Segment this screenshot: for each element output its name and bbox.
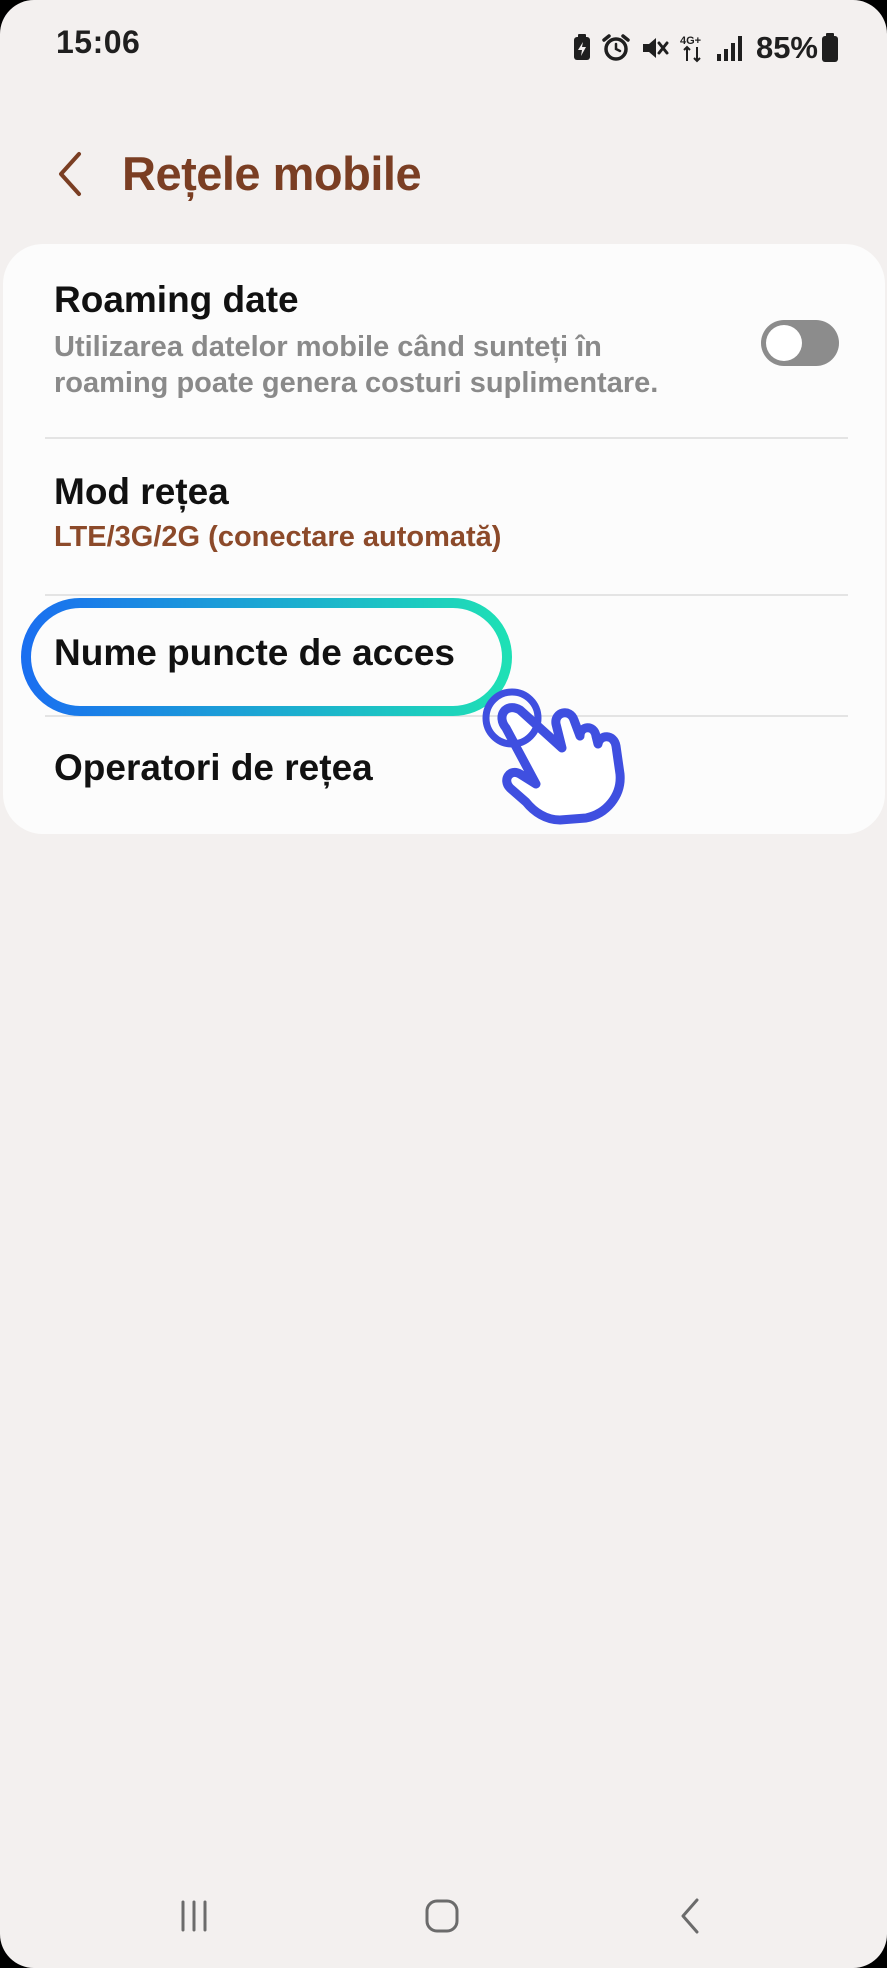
recent-apps-icon (181, 1900, 207, 1932)
back-button[interactable] (40, 144, 100, 204)
network-mode-title: Mod rețea (54, 471, 229, 512)
roaming-subtitle-line2: roaming poate genera costuri suplimentar… (54, 367, 659, 399)
access-point-names-row[interactable]: Nume puncte de acces (3, 596, 885, 716)
settings-card: Roaming date Utilizarea datelor mobile c… (3, 244, 885, 834)
home-icon (425, 1899, 459, 1933)
page-title: Rețele mobile (122, 147, 422, 200)
status-time: 15:06 (56, 24, 141, 60)
roaming-subtitle-line1: Utilizarea datelor mobile când sunteți î… (54, 331, 602, 363)
alarm-icon (601, 33, 631, 63)
status-icons: 4G+ 85% (563, 26, 839, 70)
nav-back-button[interactable] (650, 1880, 730, 1952)
battery-icon (821, 33, 839, 63)
battery-saver-icon (572, 34, 592, 62)
home-button[interactable] (402, 1880, 482, 1952)
back-icon (681, 1898, 699, 1934)
battery-percent: 85% (755, 30, 818, 65)
svg-text:4G+: 4G+ (680, 35, 701, 47)
roaming-title: Roaming date (54, 279, 299, 320)
chevron-left-icon (59, 152, 81, 196)
signal-icon (716, 34, 744, 62)
roaming-data-row[interactable]: Roaming date Utilizarea datelor mobile c… (3, 244, 885, 438)
screen: 15:06 4G+ 85% Rețele mobile Roaming date… (0, 0, 887, 1968)
roaming-toggle[interactable] (761, 320, 839, 366)
network-operators-row[interactable]: Operatori de rețea (3, 717, 885, 834)
recent-apps-button[interactable] (154, 1880, 234, 1952)
navigation-bar (0, 1880, 887, 1952)
app-header: Rețele mobile (0, 120, 887, 232)
status-bar: 15:06 4G+ 85% (0, 0, 887, 96)
mute-icon (640, 33, 670, 63)
4g-plus-data-icon: 4G+ (679, 33, 707, 63)
toggle-knob (766, 325, 802, 361)
network-mode-value: LTE/3G/2G (conectare automată) (54, 521, 502, 553)
network-operators-title: Operatori de rețea (54, 747, 373, 788)
network-mode-row[interactable]: Mod rețea LTE/3G/2G (conectare automată) (3, 439, 885, 594)
access-point-names-title: Nume puncte de acces (54, 632, 455, 673)
